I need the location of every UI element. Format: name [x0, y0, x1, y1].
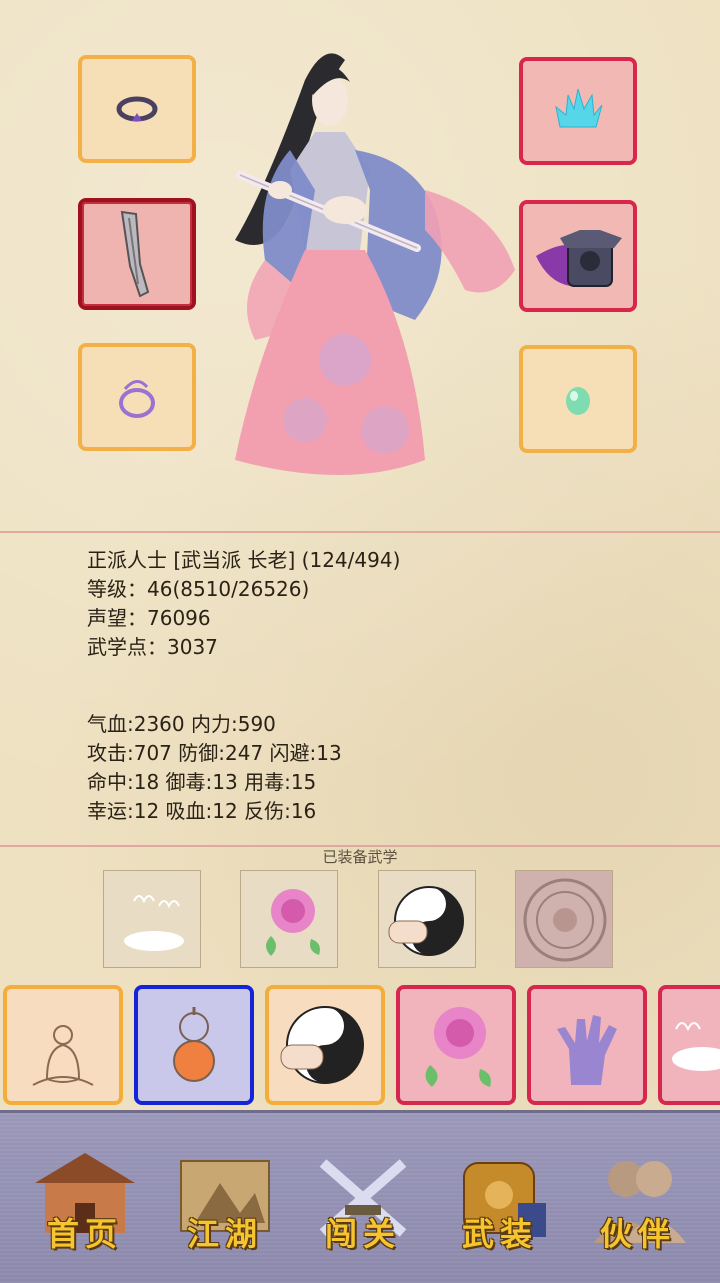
jade-icon [566, 387, 590, 415]
cloud-icon [672, 1022, 720, 1071]
skill-gourd[interactable] [134, 985, 254, 1105]
rose-icon [266, 889, 320, 956]
hero-portrait [235, 53, 515, 475]
nav-home[interactable]: 首页 [25, 1143, 145, 1263]
skill-taiji[interactable] [265, 985, 385, 1105]
nav-wuzhuang[interactable]: 武装 [440, 1143, 560, 1263]
nav-home-label: 首页 [46, 1215, 123, 1253]
stats-line-4: 幸运:12 吸血:12 反伤:16 [87, 799, 317, 823]
taiji-icon [388, 886, 464, 956]
gem-slot[interactable] [519, 57, 637, 165]
reputation-text: 声望：76096 [87, 606, 211, 630]
weapon-slot[interactable] [78, 198, 196, 310]
armor-slot[interactable] [519, 200, 637, 312]
bottom-nav: 首页 江湖 闯关 武装 伙伴 [0, 1110, 720, 1283]
nav-jianghu[interactable]: 江湖 [165, 1143, 285, 1263]
equipped-skills-label: 已装备武学 [322, 848, 398, 866]
necklace-icon [119, 380, 155, 418]
attribute-stats: 气血:2360 内力:590 攻击:707 防御:247 闪避:13 命中:18… [87, 710, 342, 826]
ring-icon [116, 96, 158, 122]
stats-line-3: 命中:18 御毒:13 用毒:15 [87, 770, 317, 794]
nav-huoban-label: 伙伴 [599, 1215, 676, 1253]
level-text: 等级：46(8510/26526) [87, 577, 310, 601]
armor-icon [536, 230, 622, 287]
character-panel: 正派人士 [武当派 长老] (124/494) 等级：46(8510/26526… [0, 0, 720, 1110]
skill-points-text: 武学点：3037 [87, 635, 218, 659]
divider-top [0, 531, 720, 533]
taiji-icon [280, 1006, 364, 1084]
nav-wuzhuang-label: 武装 [461, 1215, 538, 1253]
stats-line-2: 攻击:707 防御:247 闪避:13 [87, 741, 342, 765]
character-info: 正派人士 [武当派 长老] (124/494) 等级：46(8510/26526… [87, 546, 400, 662]
nav-huoban[interactable]: 伙伴 [578, 1143, 698, 1263]
ring-slot[interactable] [78, 55, 196, 163]
skill-meditation[interactable] [3, 985, 123, 1105]
gourd-icon [173, 1007, 215, 1082]
equipped-skill-taiji[interactable] [378, 870, 476, 968]
sword-icon [120, 210, 150, 298]
palm-icon [557, 1015, 617, 1085]
nav-chuangguan[interactable]: 闯关 [303, 1143, 423, 1263]
equipped-skill-rose[interactable] [240, 870, 338, 968]
stats-line-1: 气血:2360 内力:590 [87, 712, 276, 736]
rose-icon [425, 1007, 491, 1087]
skill-rose[interactable] [396, 985, 516, 1105]
identity-text: 正派人士 [武当派 长老] (124/494) [87, 548, 401, 572]
jade-slot[interactable] [519, 345, 637, 453]
skill-cloud[interactable] [658, 985, 720, 1105]
cloud-icon [124, 895, 184, 951]
equipped-skill-cloud[interactable] [103, 870, 201, 968]
crystal-icon [555, 88, 603, 128]
nav-chuangguan-label: 闯关 [324, 1215, 401, 1253]
meditation-icon [32, 1025, 94, 1086]
equipped-skill-calendar[interactable] [515, 870, 613, 968]
nav-jianghu-label: 江湖 [186, 1215, 263, 1253]
skill-palm[interactable] [527, 985, 647, 1105]
sun-stone-icon [523, 878, 607, 962]
necklace-slot[interactable] [78, 343, 196, 451]
